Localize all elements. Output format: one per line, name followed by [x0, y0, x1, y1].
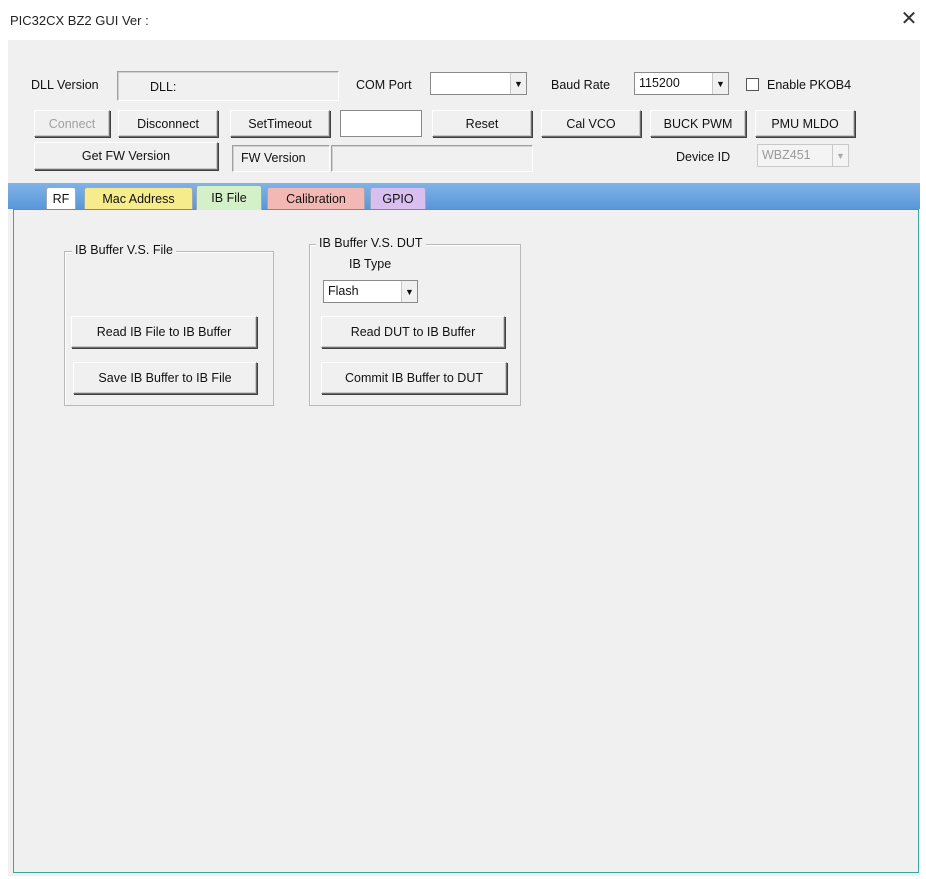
enable-pkob4-checkbox[interactable]: [746, 78, 759, 91]
tab-ib-file[interactable]: IB File: [196, 185, 262, 210]
tab-rf[interactable]: RF: [46, 187, 76, 209]
window-title: PIC32CX BZ2 GUI Ver :: [10, 13, 149, 28]
fw-version-label: FW Version: [232, 145, 330, 172]
cal-vco-button[interactable]: Cal VCO: [541, 110, 641, 137]
connect-button[interactable]: Connect: [34, 110, 110, 137]
read-dut-to-ib-buffer-button[interactable]: Read DUT to IB Buffer: [321, 316, 505, 348]
pmu-mldo-button[interactable]: PMU MLDO: [755, 110, 855, 137]
device-id-select[interactable]: WBZ451 ▼: [757, 144, 849, 167]
fw-version-display: [331, 145, 533, 172]
tab-calibration[interactable]: Calibration: [267, 187, 365, 209]
ib-type-select[interactable]: Flash ▼: [323, 280, 418, 303]
disconnect-button[interactable]: Disconnect: [118, 110, 218, 137]
close-icon[interactable]: ✕: [896, 6, 922, 32]
ib-type-label: IB Type: [349, 257, 392, 271]
com-port-select[interactable]: ▼: [430, 72, 527, 95]
com-port-label: COM Port: [356, 78, 412, 92]
set-timeout-button[interactable]: SetTimeout: [230, 110, 330, 137]
device-id-label: Device ID: [676, 150, 731, 164]
chevron-down-icon[interactable]: ▼: [832, 145, 848, 166]
chevron-down-icon[interactable]: ▼: [712, 73, 728, 94]
timeout-input[interactable]: [340, 110, 422, 137]
read-ib-file-to-ib-buffer-button[interactable]: Read IB File to IB Buffer: [71, 316, 257, 348]
ib-type-value: Flash: [328, 284, 359, 298]
chevron-down-icon[interactable]: ▼: [401, 281, 417, 302]
ib-buffer-vs-dut-title: IB Buffer V.S. DUT: [316, 236, 426, 250]
tab-gpio[interactable]: GPIO: [370, 187, 426, 209]
com-port-value: [431, 73, 510, 94]
tab-mac-address[interactable]: Mac Address: [84, 187, 193, 209]
dll-version-value: DLL:: [150, 80, 177, 94]
save-ib-buffer-to-ib-file-button[interactable]: Save IB Buffer to IB File: [73, 362, 257, 394]
dll-version-label: DLL Version: [31, 78, 99, 92]
chevron-down-icon[interactable]: ▼: [510, 73, 526, 94]
enable-pkob4-label: Enable PKOB4: [767, 78, 852, 92]
reset-button[interactable]: Reset: [432, 110, 532, 137]
baud-rate-value: 115200: [639, 76, 680, 90]
commit-ib-buffer-to-dut-button[interactable]: Commit IB Buffer to DUT: [321, 362, 507, 394]
buck-pwm-button[interactable]: BUCK PWM: [650, 110, 746, 137]
dll-version-display: DLL:: [117, 71, 339, 101]
baud-rate-select[interactable]: 115200 ▼: [634, 72, 729, 95]
ib-buffer-vs-file-title: IB Buffer V.S. File: [72, 243, 176, 257]
get-fw-version-button[interactable]: Get FW Version: [34, 142, 218, 170]
device-id-value: WBZ451: [762, 148, 811, 162]
baud-rate-label: Baud Rate: [551, 78, 611, 92]
